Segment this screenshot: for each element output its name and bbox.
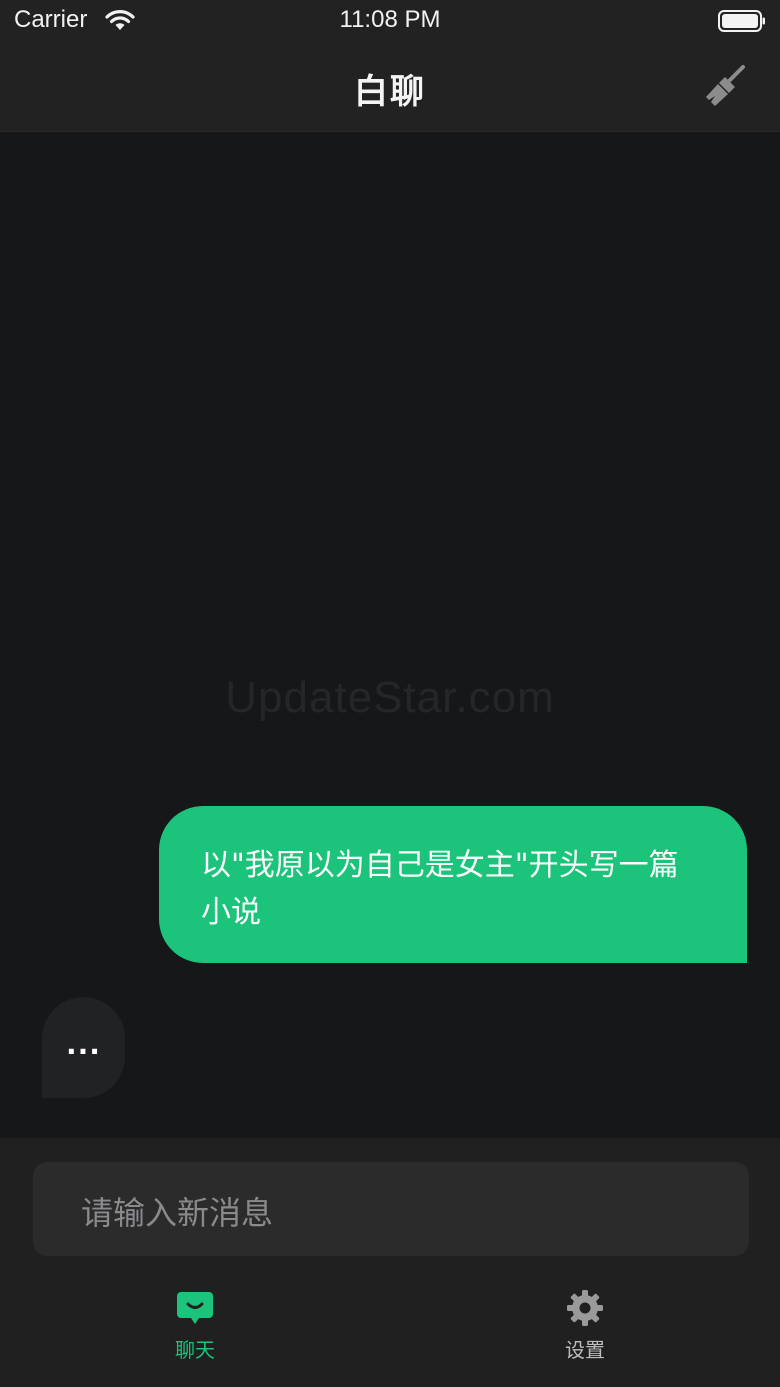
broom-icon bbox=[706, 65, 745, 106]
tab-chat-label: 聊天 bbox=[175, 1338, 215, 1362]
tab-chat[interactable]: 聊天 bbox=[135, 1288, 255, 1378]
status-bar: Carrier 11:08 PM bbox=[0, 0, 780, 44]
clock: 11:08 PM bbox=[339, 6, 441, 33]
chat-bubble-icon bbox=[177, 1292, 213, 1324]
navigation-bar: 白聊 bbox=[0, 44, 780, 132]
gear-icon bbox=[567, 1290, 603, 1326]
bottom-panel: 请输入新消息 聊天 设置 bbox=[0, 1138, 780, 1387]
clear-chat-button[interactable] bbox=[700, 60, 752, 112]
message-input-placeholder: 请输入新消息 bbox=[81, 1194, 274, 1232]
page-title: 白聊 bbox=[354, 72, 426, 112]
tab-settings-label: 设置 bbox=[565, 1338, 605, 1362]
battery-icon bbox=[718, 10, 765, 32]
chat-area[interactable]: UpdateStar.com 以"我原以为自己是女主"开头写一篇小说 ... bbox=[0, 133, 780, 1138]
user-message-bubble[interactable]: 以"我原以为自己是女主"开头写一篇小说 bbox=[159, 806, 747, 963]
message-input[interactable]: 请输入新消息 bbox=[33, 1162, 749, 1256]
user-message-text: 以"我原以为自己是女主"开头写一篇小说 bbox=[201, 848, 679, 930]
tab-settings[interactable]: 设置 bbox=[525, 1288, 645, 1378]
watermark: UpdateStar.com bbox=[225, 673, 555, 722]
bot-typing-bubble: ... bbox=[42, 997, 125, 1098]
typing-indicator: ... bbox=[66, 1028, 101, 1061]
